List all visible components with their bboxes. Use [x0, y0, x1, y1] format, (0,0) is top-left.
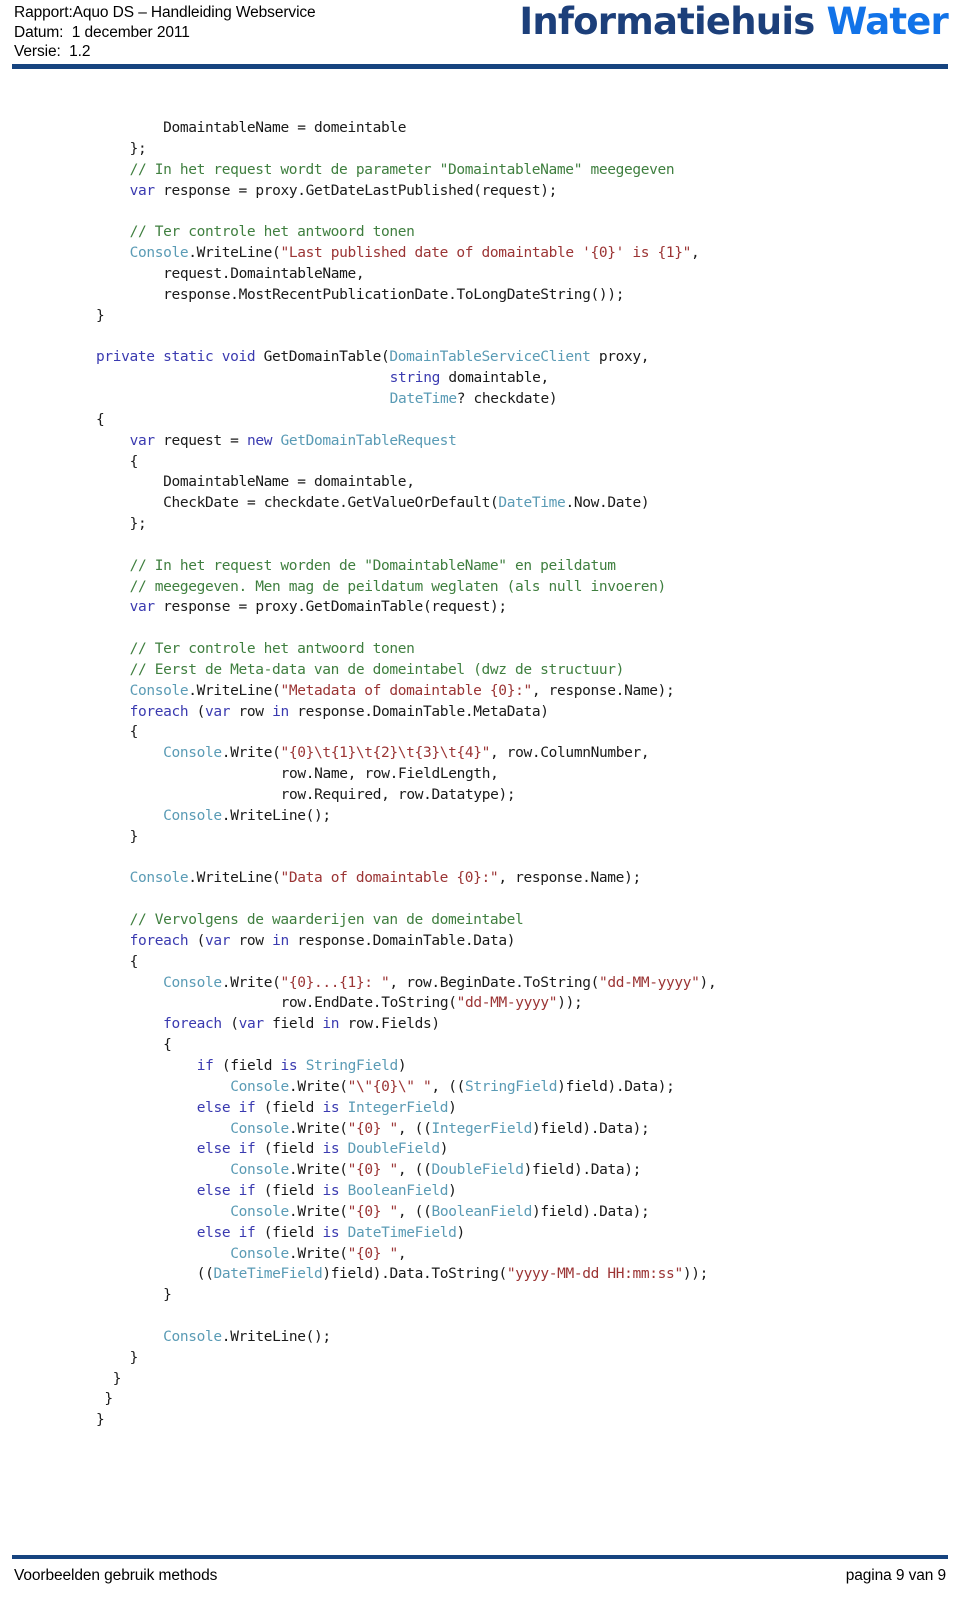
footer-section-label: Voorbeelden gebruik methods [14, 1567, 218, 1584]
footer-divider-rule [12, 1555, 948, 1559]
header-document-meta: Rapport:Aquo DS – Handleiding Webservice… [14, 3, 316, 62]
header-report-line: Rapport:Aquo DS – Handleiding Webservice [14, 4, 316, 21]
header-date-line: Datum: 1 december 2011 [14, 23, 190, 41]
footer-page-number: pagina 9 van 9 [845, 1567, 946, 1584]
brand-logo-primary: Informatiehuis [519, 0, 815, 43]
brand-logo-secondary: Water [814, 0, 949, 43]
code-listing: DomaintableName = domeintable }; // In h… [96, 120, 717, 1429]
header-divider-rule [12, 64, 948, 69]
page-footer: Voorbeelden gebruik methods pagina 9 van… [0, 1555, 960, 1607]
page-header: Rapport:Aquo DS – Handleiding Webservice… [0, 0, 960, 72]
code-listing-area: DomaintableName = domeintable }; // In h… [0, 118, 960, 1431]
header-version-line: Versie: 1.2 [14, 43, 91, 60]
brand-logo: Informatiehuis Water [519, 0, 948, 43]
